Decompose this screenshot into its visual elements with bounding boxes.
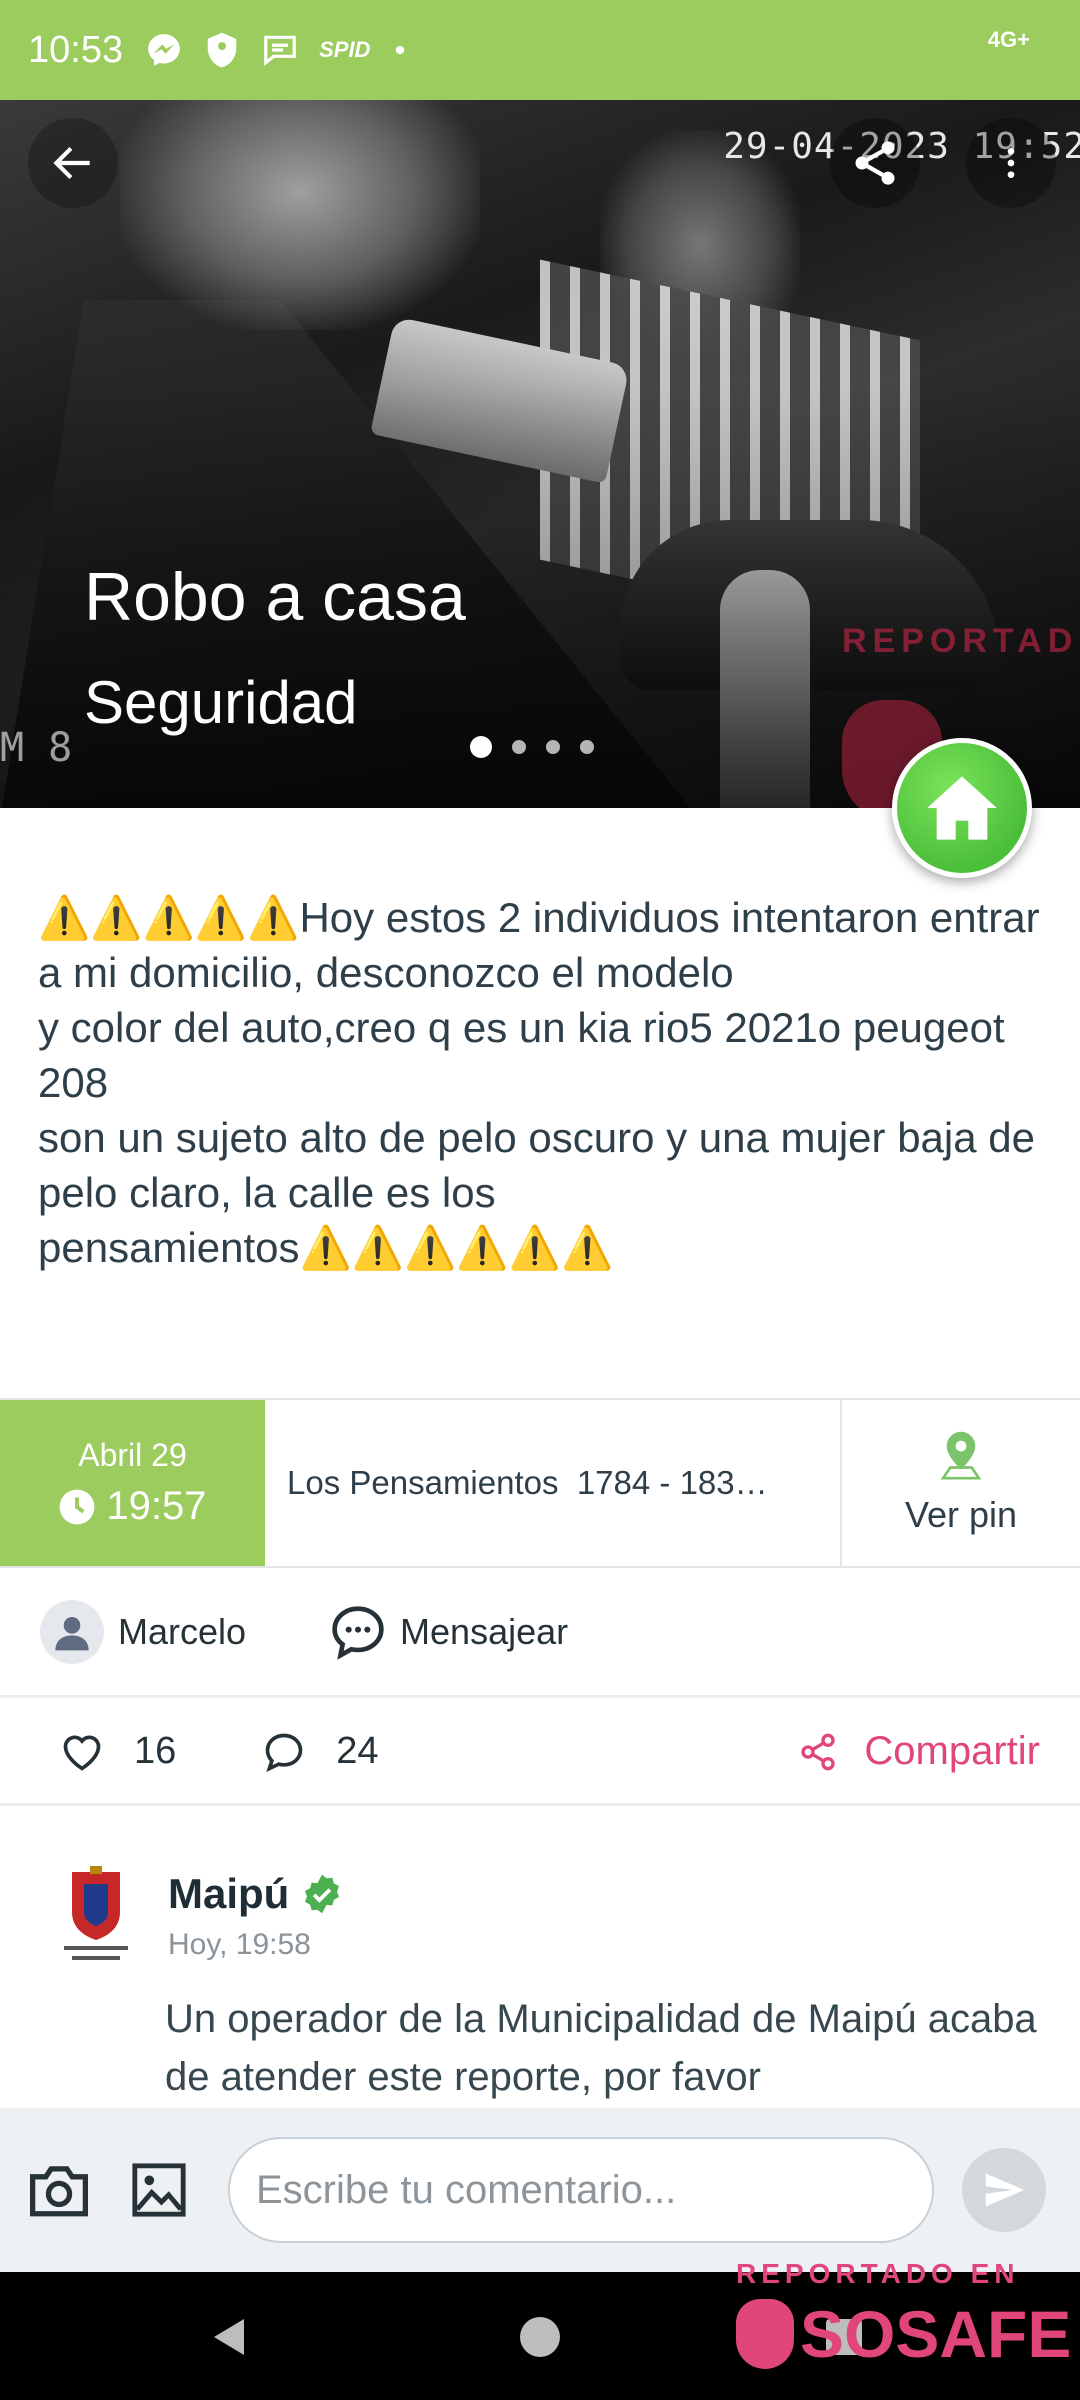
spid-label: SPID bbox=[319, 37, 371, 62]
heart-icon bbox=[63, 1735, 101, 1771]
carousel-dot[interactable] bbox=[470, 736, 492, 758]
report-time-row: 19:57 bbox=[58, 1484, 207, 1529]
municipality-logo bbox=[64, 1866, 128, 1960]
send-button[interactable] bbox=[962, 2148, 1046, 2232]
watermark-big: SOSAFE bbox=[800, 2297, 1072, 2371]
messenger-icon bbox=[148, 34, 180, 66]
gallery-button[interactable] bbox=[124, 2155, 194, 2225]
comment-count: 24 bbox=[336, 1730, 379, 1772]
share-label: Compartir bbox=[864, 1729, 1040, 1773]
chat-icon[interactable] bbox=[330, 1604, 386, 1660]
image-icon bbox=[132, 2163, 186, 2217]
author-row: Marcelo Mensajear bbox=[0, 1568, 1080, 1698]
carousel-dot[interactable] bbox=[512, 740, 526, 754]
like-button[interactable]: 16 bbox=[60, 1730, 176, 1774]
map-pin-icon bbox=[940, 1431, 982, 1480]
share-icon bbox=[855, 141, 895, 185]
image-watermark-text: REPORTAD bbox=[842, 622, 1079, 660]
reactions-bar: 16 24 Compartir bbox=[0, 1700, 1080, 1806]
carousel-dot[interactable] bbox=[580, 740, 594, 754]
share-image-button[interactable] bbox=[830, 118, 920, 208]
author-name[interactable]: Marcelo bbox=[118, 1611, 246, 1653]
comments-button[interactable]: 24 bbox=[262, 1730, 379, 1774]
dot-icon bbox=[396, 45, 405, 55]
status-time: 10:53 bbox=[28, 28, 124, 71]
comment-composer: Escribe tu comentario... bbox=[0, 2108, 1080, 2272]
send-icon bbox=[985, 2173, 1025, 2207]
back-button[interactable] bbox=[28, 118, 118, 208]
home-icon bbox=[927, 776, 997, 840]
shield-icon bbox=[207, 32, 237, 68]
network-type: 4G+ bbox=[987, 27, 1030, 52]
comment-item: Maipú Hoy, 19:58 Un operador de la Munic… bbox=[0, 1808, 1080, 2108]
message-icon bbox=[264, 35, 296, 66]
comment-text: Un operador de la Municipalidad de Maipú… bbox=[165, 1997, 1037, 2099]
share-icon bbox=[801, 1733, 836, 1770]
sosafe-logo-shield bbox=[736, 2299, 794, 2369]
report-date: Abril 29 bbox=[78, 1437, 187, 1473]
view-pin-button[interactable]: Ver pin bbox=[842, 1400, 1080, 1566]
carousel-dot[interactable] bbox=[546, 740, 560, 754]
report-image-carousel[interactable]: 29-04-2023 19:52 REPORTAD M 8 Robo a cas… bbox=[0, 100, 1080, 808]
report-time: 19:57 bbox=[106, 1484, 207, 1528]
more-options-button[interactable] bbox=[966, 118, 1056, 208]
like-count: 16 bbox=[134, 1730, 177, 1772]
camera-label: M 8 bbox=[0, 725, 73, 771]
comment-icon bbox=[265, 1733, 303, 1772]
report-info-row: Abril 29 19:57 Los Pensamientos 1784 - 1… bbox=[0, 1398, 1080, 1568]
verified-badge-icon bbox=[305, 1874, 340, 1914]
watermark-brand: SOSAFE bbox=[736, 2296, 1071, 2372]
report-description: ⚠️⚠️⚠️⚠️⚠️Hoy estos 2 individuos intenta… bbox=[38, 894, 1040, 1271]
comment-author[interactable]: Maipú bbox=[168, 1870, 343, 1918]
camera-icon bbox=[30, 2166, 88, 2217]
watermark-small: REPORTADO EN bbox=[736, 2258, 1020, 2289]
carousel-indicator bbox=[470, 736, 594, 758]
comment-author-name: Maipú bbox=[168, 1870, 290, 1917]
status-bar: 10:53 SPID 4G+ bbox=[0, 0, 1080, 100]
report-date-box: Abril 29 19:57 bbox=[0, 1400, 265, 1566]
home-button[interactable] bbox=[892, 738, 1032, 878]
share-button[interactable]: Compartir bbox=[798, 1729, 1040, 1774]
nav-back-icon[interactable] bbox=[206, 2312, 254, 2362]
arrow-left-icon bbox=[53, 146, 90, 180]
avatar[interactable] bbox=[40, 1599, 104, 1664]
nav-home-icon[interactable] bbox=[516, 2312, 564, 2362]
comment-time: Hoy, 19:58 bbox=[168, 1928, 311, 1961]
user-icon bbox=[55, 1616, 89, 1650]
message-author-button[interactable]: Mensajear bbox=[400, 1611, 568, 1653]
camera-button[interactable] bbox=[24, 2155, 94, 2225]
report-title: Robo a casa bbox=[84, 559, 466, 635]
clock-icon bbox=[60, 1489, 95, 1524]
report-category: Seguridad bbox=[84, 669, 358, 736]
sosafe-watermark: REPORTADO EN SOSAFE bbox=[736, 2258, 1071, 2372]
report-address[interactable]: Los Pensamientos 1784 - 183… bbox=[265, 1400, 842, 1566]
view-pin-label: Ver pin bbox=[904, 1494, 1018, 1535]
comment-input[interactable]: Escribe tu comentario... bbox=[228, 2137, 934, 2243]
more-vertical-icon bbox=[1007, 148, 1015, 178]
